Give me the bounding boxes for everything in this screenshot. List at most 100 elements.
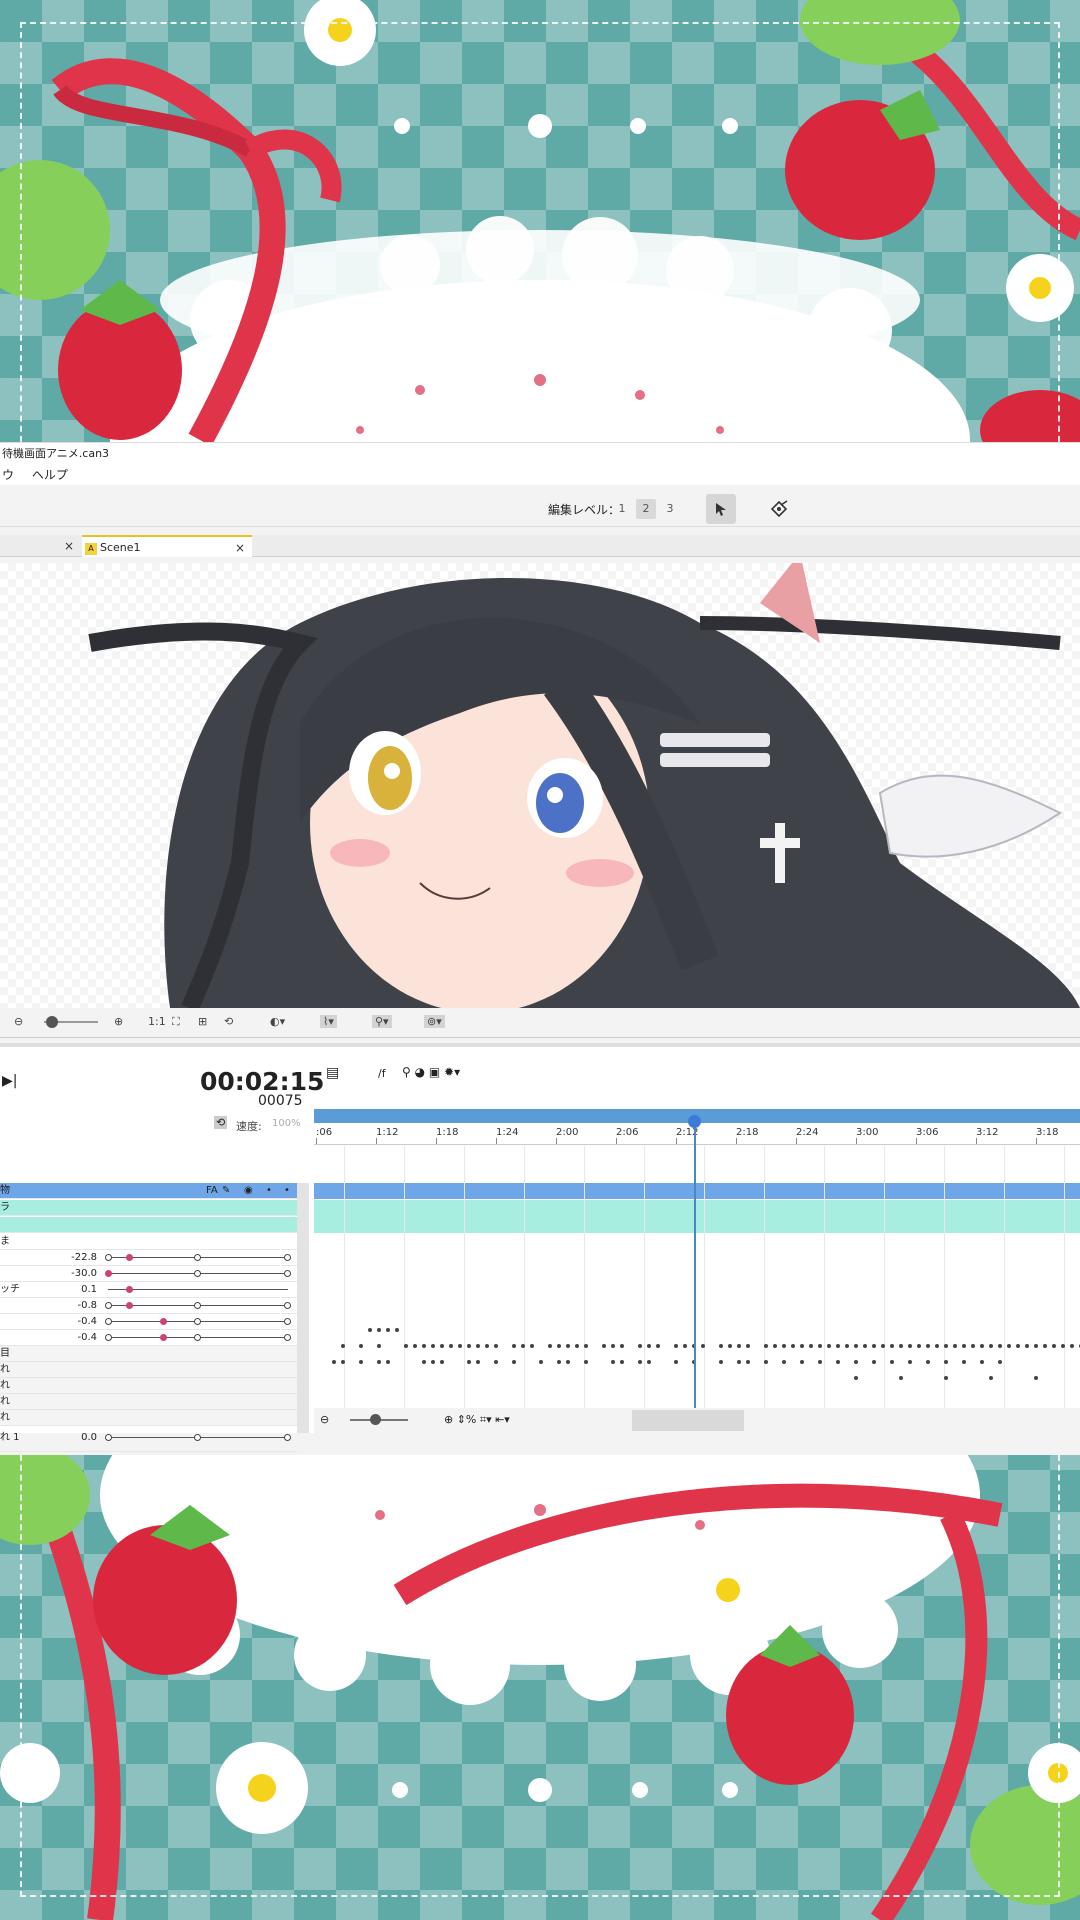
param-value[interactable]: 0.0	[57, 1430, 97, 1446]
param-slider[interactable]	[108, 1286, 288, 1293]
param-row[interactable]: -22.8	[0, 1250, 297, 1266]
keyframe-dot[interactable]	[530, 1344, 534, 1348]
param-slider[interactable]	[105, 1334, 291, 1341]
loop-icon[interactable]: ⟲	[214, 1116, 228, 1129]
keyframe-dot[interactable]	[800, 1360, 804, 1364]
keyframe-dot[interactable]	[1052, 1344, 1056, 1348]
param-value[interactable]: -30.0	[57, 1266, 97, 1282]
play-icon[interactable]: ▶|	[2, 1073, 17, 1089]
keyframe-dot[interactable]	[539, 1360, 543, 1364]
keyframe-dot[interactable]	[737, 1360, 741, 1364]
keyframe-grid[interactable]	[314, 1146, 1080, 1430]
keyframe-dot[interactable]	[458, 1344, 462, 1348]
keyframe-dot[interactable]	[818, 1344, 822, 1348]
param-slider[interactable]	[105, 1318, 291, 1325]
param-value[interactable]: -0.4	[57, 1314, 97, 1330]
keyframe-dot[interactable]	[512, 1360, 516, 1364]
keyframe-dot[interactable]	[908, 1360, 912, 1364]
keyframe-dot[interactable]	[431, 1360, 435, 1364]
keyframe-dot[interactable]	[980, 1344, 984, 1348]
keyframe-dot[interactable]	[917, 1344, 921, 1348]
menu-item-window[interactable]: ウ	[2, 468, 14, 482]
close-icon[interactable]: ×	[64, 535, 74, 557]
param-row[interactable]: ま	[0, 1234, 297, 1250]
keyframe-dot[interactable]	[890, 1360, 894, 1364]
panel-splitter[interactable]	[0, 1043, 1080, 1047]
keyframe-dot[interactable]	[935, 1344, 939, 1348]
keyframe-dot[interactable]	[899, 1344, 903, 1348]
keyframe-dot[interactable]	[899, 1376, 903, 1380]
keyframe-dot[interactable]	[800, 1344, 804, 1348]
zoom-in-icon[interactable]: ⊕	[114, 1015, 123, 1028]
keyframe-dot[interactable]	[719, 1344, 723, 1348]
keyframe-dot[interactable]	[647, 1360, 651, 1364]
keyframe-dot[interactable]	[584, 1344, 588, 1348]
eye-icon[interactable]: ◉	[244, 1183, 253, 1199]
keyframe-dot[interactable]	[557, 1344, 561, 1348]
param-row[interactable]: 目	[0, 1346, 297, 1362]
keyframe-dot[interactable]	[602, 1344, 606, 1348]
param-row[interactable]: ッチ 0.1	[0, 1282, 297, 1298]
lock-dot-icon[interactable]: •	[266, 1183, 272, 1199]
keyframe-dot[interactable]	[674, 1360, 678, 1364]
keyframe-dot[interactable]	[944, 1360, 948, 1364]
keyframe-dot[interactable]	[377, 1360, 381, 1364]
edit-level-1-button[interactable]: 1	[612, 499, 632, 519]
param-value[interactable]: 0.1	[57, 1282, 97, 1298]
keyframe-dot[interactable]	[584, 1360, 588, 1364]
pin-tool-icon[interactable]: ⚲▾	[372, 1015, 392, 1028]
keyframe-dot[interactable]	[944, 1376, 948, 1380]
keyframe-dot[interactable]	[872, 1360, 876, 1364]
keyframe-dot[interactable]	[440, 1360, 444, 1364]
keyframe-dot[interactable]	[728, 1344, 732, 1348]
param-row[interactable]: れ	[0, 1378, 297, 1394]
keyframe-dot[interactable]	[827, 1344, 831, 1348]
keyframe-function-icon[interactable]: /f	[378, 1067, 386, 1080]
keyframe-dot[interactable]	[1007, 1344, 1011, 1348]
keyframe-dot[interactable]	[638, 1344, 642, 1348]
keyframe-dot[interactable]	[557, 1360, 561, 1364]
fit-icon[interactable]: ⛶	[172, 1015, 180, 1029]
keyframe-dot[interactable]	[332, 1360, 336, 1364]
keyframe-dot[interactable]	[836, 1360, 840, 1364]
keyframe-dot[interactable]	[764, 1344, 768, 1348]
param-row[interactable]: れ	[0, 1410, 297, 1426]
keyframe-dot[interactable]	[620, 1360, 624, 1364]
keyframe-dot[interactable]	[1043, 1344, 1047, 1348]
keyframe-dot[interactable]	[548, 1344, 552, 1348]
keyframe-dot[interactable]	[701, 1344, 705, 1348]
keyframe-dot[interactable]	[431, 1344, 435, 1348]
param-slider[interactable]	[105, 1254, 291, 1261]
pen-icon[interactable]: ✎	[222, 1183, 230, 1199]
keyframe-dot[interactable]	[890, 1344, 894, 1348]
keyframe-dot[interactable]	[872, 1344, 876, 1348]
keyframe-dot[interactable]	[647, 1344, 651, 1348]
keyframe-dot[interactable]	[944, 1344, 948, 1348]
track-row-teal[interactable]: ラ	[0, 1200, 297, 1216]
param-row[interactable]: -30.0	[0, 1266, 297, 1282]
keyframe-dot[interactable]	[926, 1360, 930, 1364]
select-tool-button[interactable]	[706, 494, 736, 524]
menu-item-help[interactable]: ヘルプ	[32, 468, 68, 482]
keyframe-dot[interactable]	[791, 1344, 795, 1348]
param-row[interactable]: れ	[0, 1394, 297, 1410]
keyframe-dot[interactable]	[836, 1344, 840, 1348]
keyframe-dot[interactable]	[512, 1344, 516, 1348]
keyframe-dot[interactable]	[422, 1360, 426, 1364]
keyframe-dot[interactable]	[485, 1344, 489, 1348]
keyframe-dot[interactable]	[422, 1344, 426, 1348]
keyframe-dot[interactable]	[773, 1344, 777, 1348]
param-row[interactable]: れ	[0, 1362, 297, 1378]
keyframe-dot[interactable]	[908, 1344, 912, 1348]
keyframe-dot[interactable]	[1034, 1344, 1038, 1348]
keyframe-dot[interactable]	[467, 1344, 471, 1348]
zoom-in-icon[interactable]: ⊕ ⇕% ⌗▾ ⇤▾	[444, 1413, 510, 1427]
param-row[interactable]: -0.4	[0, 1330, 297, 1346]
param-slider[interactable]	[105, 1302, 291, 1309]
keyframe-dot[interactable]	[809, 1344, 813, 1348]
keyframe-dot[interactable]	[656, 1344, 660, 1348]
keyframe-dot[interactable]	[854, 1360, 858, 1364]
keyframe-dot[interactable]	[377, 1344, 381, 1348]
keyframe-dot[interactable]	[962, 1360, 966, 1364]
keyframe-dot[interactable]	[989, 1376, 993, 1380]
